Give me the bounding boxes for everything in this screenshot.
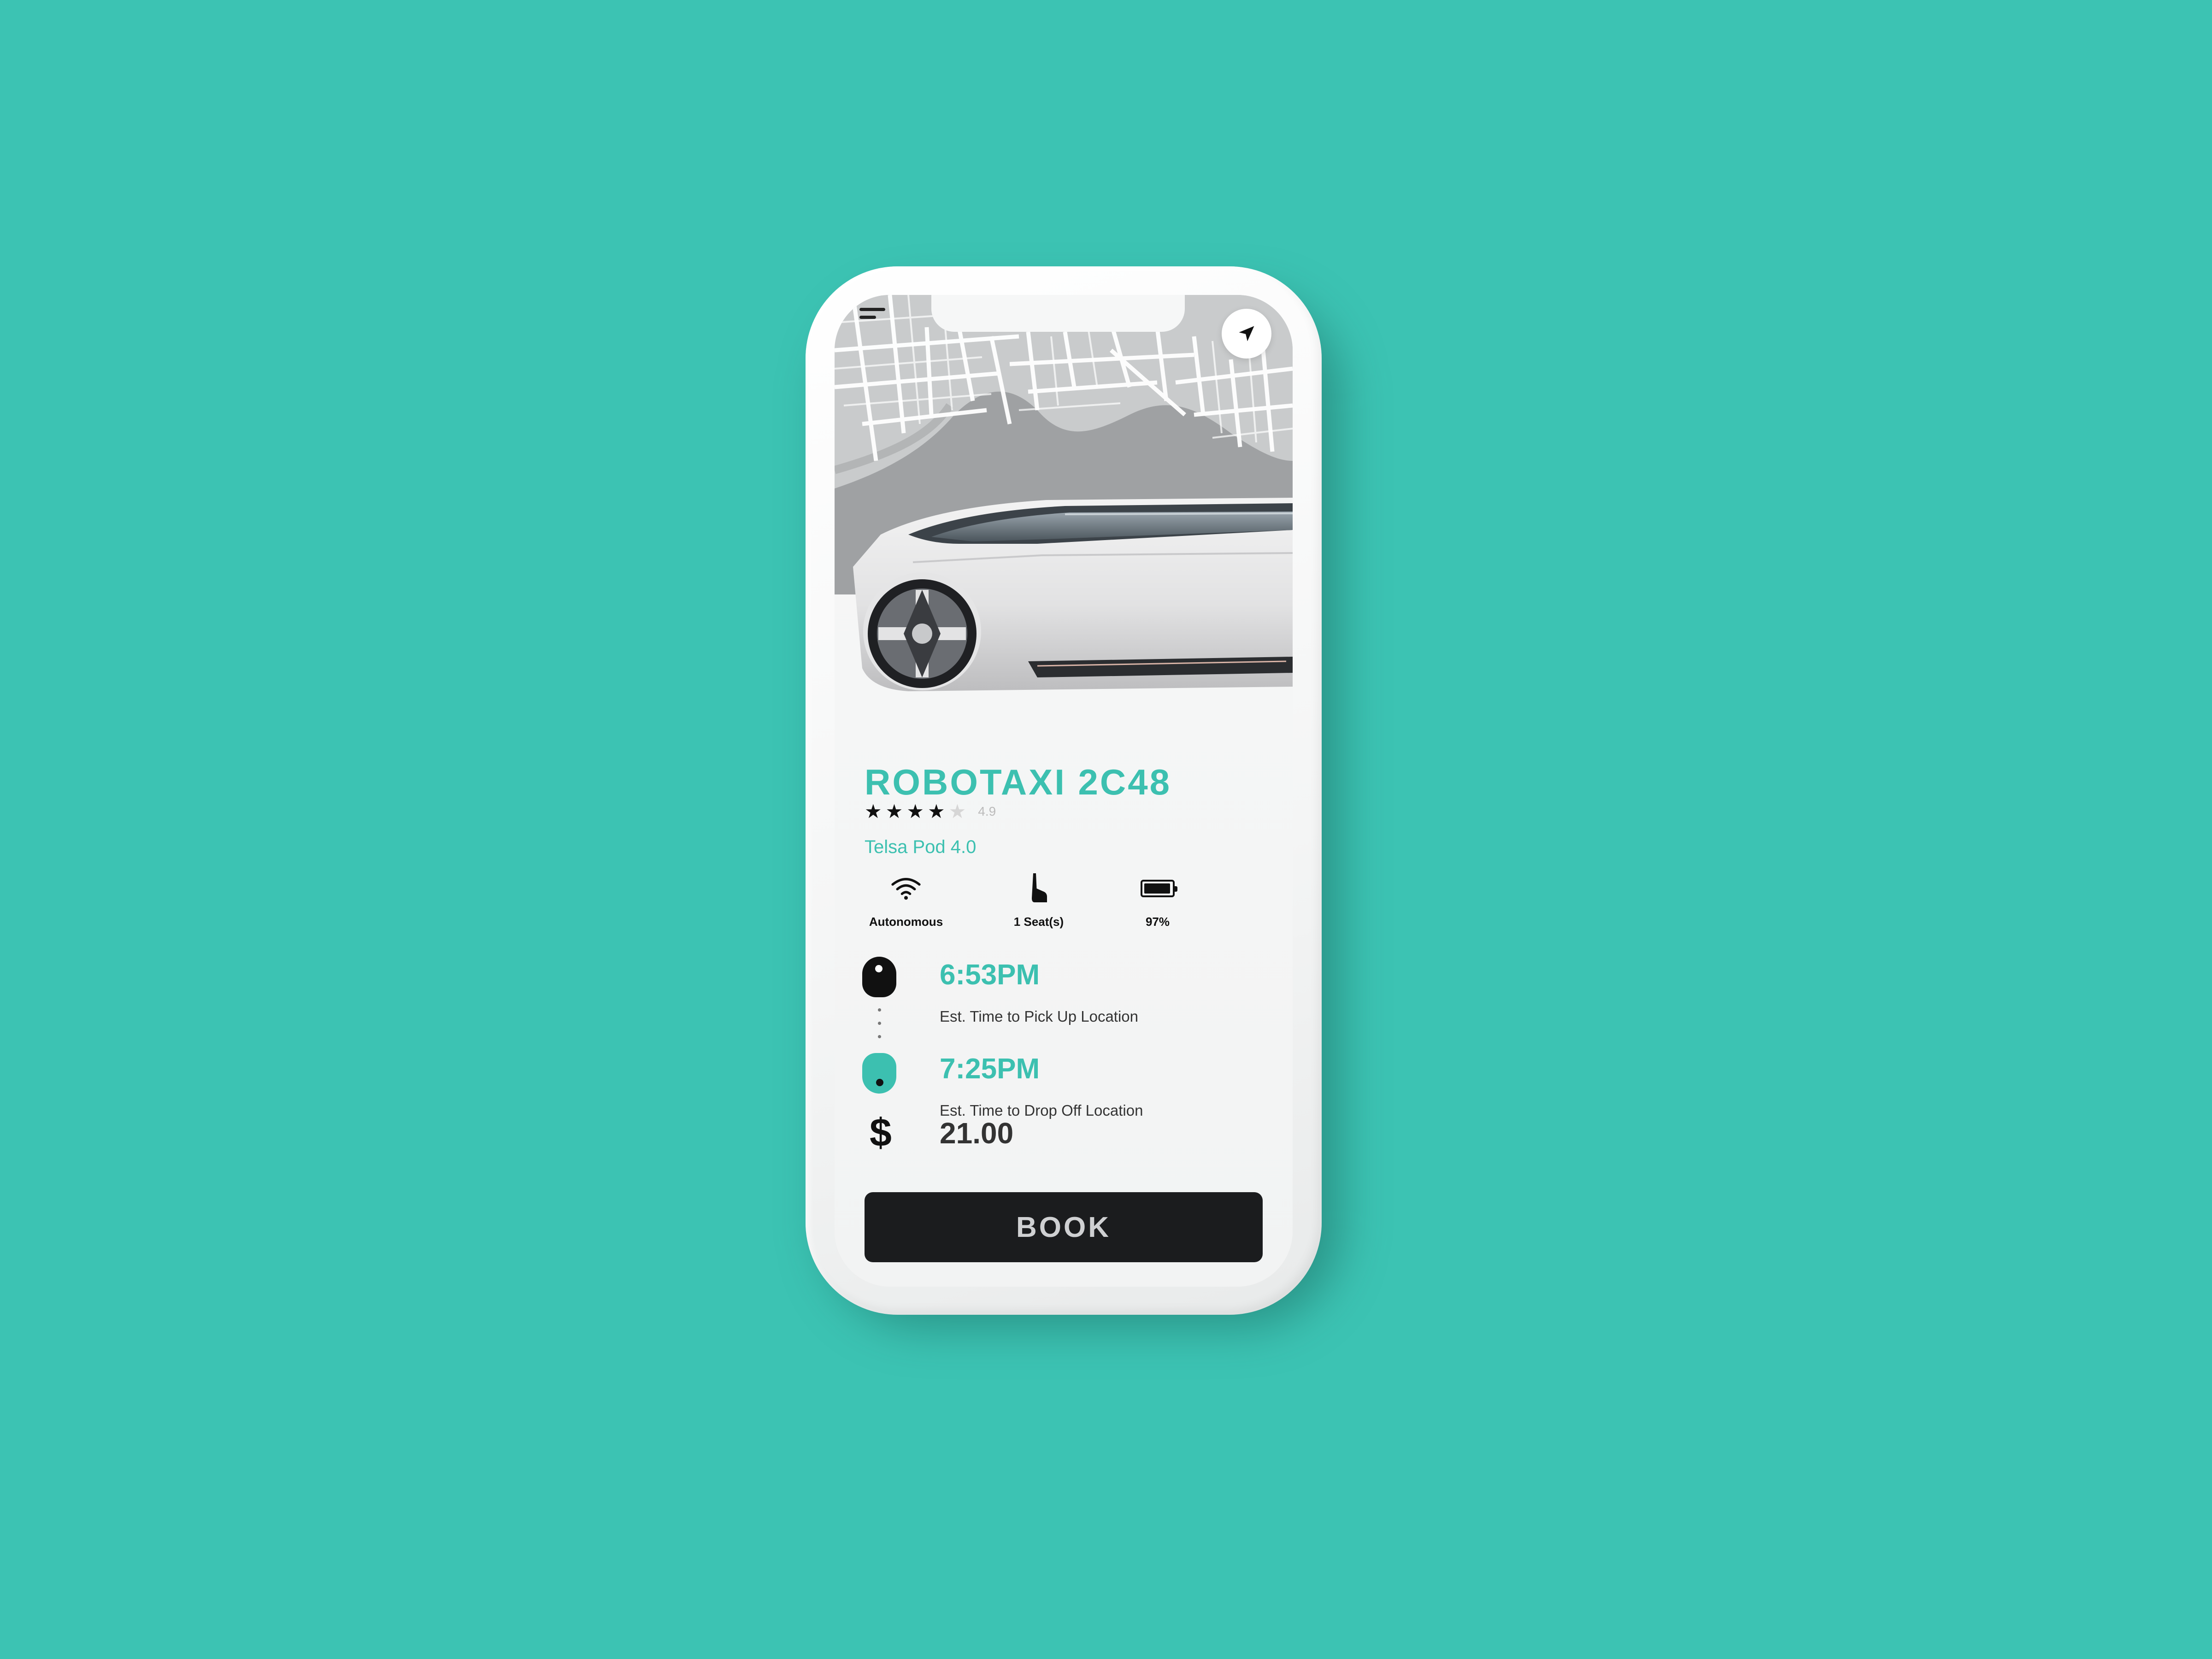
feature-label: 97% xyxy=(1145,915,1170,929)
rating-value: 4.9 xyxy=(978,804,996,818)
star-filled-icon: ★ xyxy=(865,800,882,822)
feature-battery: 97% xyxy=(1102,871,1213,929)
star-empty-icon: ★ xyxy=(948,800,966,822)
vehicle-image xyxy=(853,475,1293,724)
vehicle-name: ROBOTAXI 2C48 xyxy=(865,762,1172,802)
locate-button[interactable] xyxy=(1222,309,1271,359)
route-connector xyxy=(878,1008,881,1038)
app-screen: ROBOTAXI 2C48 ★ ★ ★ ★ ★ 4.9 Telsa Pod 4.… xyxy=(835,295,1293,1287)
battery-icon xyxy=(1141,879,1177,897)
seat-icon xyxy=(1032,873,1047,902)
feature-label: 1 Seat(s) xyxy=(1013,915,1064,929)
book-button[interactable]: BOOK xyxy=(865,1192,1263,1262)
rating-stars: ★ ★ ★ ★ ★ 4.9 xyxy=(865,802,996,821)
battery-fill xyxy=(1144,883,1171,894)
feature-autonomous: Autonomous xyxy=(851,871,961,929)
menu-icon[interactable] xyxy=(859,308,887,331)
feature-seats: 1 Seat(s) xyxy=(983,871,1094,929)
feature-label: Autonomous xyxy=(869,915,943,929)
dropoff-marker-icon xyxy=(862,1053,896,1094)
robotaxi-pod-illustration xyxy=(853,498,1293,691)
trip-price: 21.00 xyxy=(940,1117,1014,1150)
pickup-time-label: Est. Time to Pick Up Location xyxy=(940,1008,1139,1025)
book-button-label: BOOK xyxy=(1016,1211,1111,1243)
pickup-time: 6:53PM xyxy=(940,959,1040,991)
vehicle-model: Telsa Pod 4.0 xyxy=(865,837,977,857)
phone-frame: ROBOTAXI 2C48 ★ ★ ★ ★ ★ 4.9 Telsa Pod 4.… xyxy=(806,266,1322,1315)
star-filled-icon: ★ xyxy=(885,800,903,822)
wifi-icon xyxy=(891,877,921,900)
navigation-arrow-icon xyxy=(1239,326,1254,341)
phone-notch xyxy=(931,295,1185,332)
star-filled-icon: ★ xyxy=(906,800,924,822)
star-filled-icon: ★ xyxy=(927,800,945,822)
dropoff-time: 7:25PM xyxy=(940,1053,1040,1085)
pickup-marker-icon xyxy=(862,957,896,997)
dollar-icon: $ xyxy=(870,1111,892,1155)
